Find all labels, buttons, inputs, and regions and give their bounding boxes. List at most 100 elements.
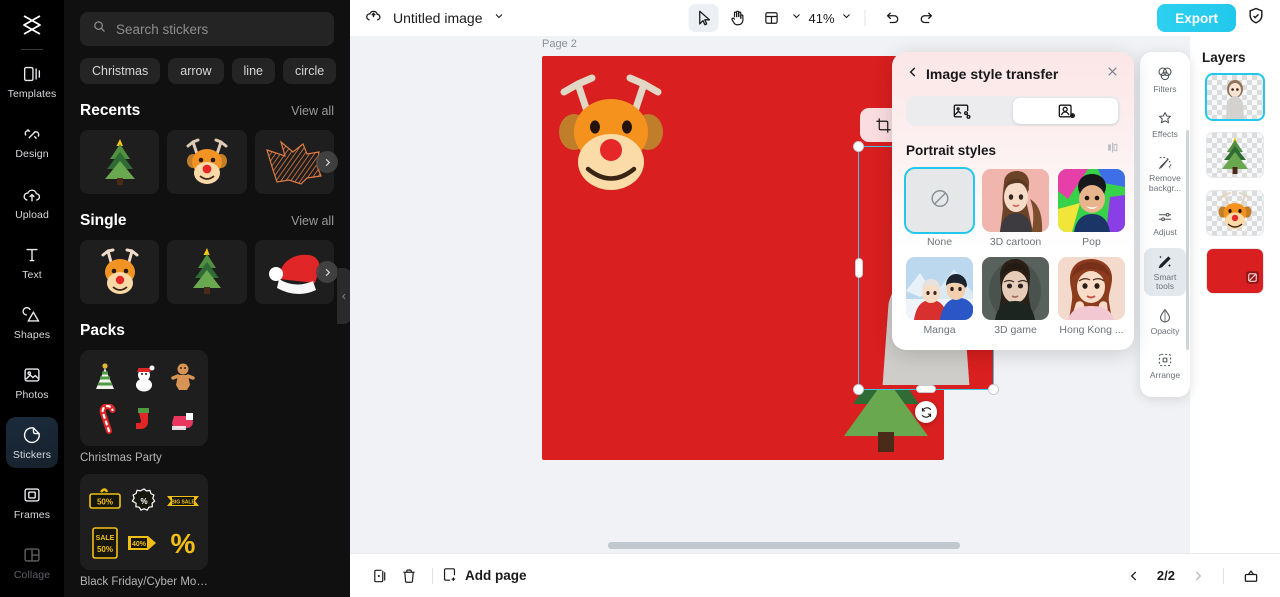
sidebar-item-photos[interactable]: Photos	[6, 357, 58, 408]
style-label: 3D cartoon	[989, 236, 1042, 248]
panel-title: Image style transfer	[926, 66, 1059, 82]
chip-arrow[interactable]: arrow	[168, 58, 224, 84]
hand-icon[interactable]	[722, 4, 752, 32]
resize-handle-left[interactable]	[855, 258, 863, 278]
back-chevron-left-icon[interactable]	[906, 65, 920, 84]
scroll-right-recents[interactable]	[316, 151, 338, 173]
tab-portrait-style[interactable]	[1013, 98, 1118, 124]
svg-text:%: %	[140, 497, 147, 506]
tool-effects[interactable]: Effects	[1144, 105, 1186, 144]
filter-chips: Christmas arrow line circle	[64, 46, 350, 84]
sticker-tile[interactable]	[167, 240, 247, 304]
page-indicator: 2/2	[1156, 568, 1175, 583]
present-icon[interactable]	[1236, 562, 1266, 590]
style-option-3d-cartoon[interactable]: 3D cartoon	[982, 169, 1049, 248]
view-all-single[interactable]: View all	[291, 214, 334, 228]
tool-arrange[interactable]: Arrange	[1144, 346, 1186, 385]
export-button[interactable]: Export	[1157, 4, 1236, 32]
zoom-chevron-down-icon[interactable]	[841, 9, 853, 27]
artboard[interactable]	[542, 56, 999, 460]
cursor-arrow-icon[interactable]	[688, 4, 719, 32]
compare-icon[interactable]	[1105, 140, 1120, 160]
sticker-tile[interactable]	[80, 130, 160, 194]
view-all-recents[interactable]: View all	[291, 104, 334, 118]
object-tools-strip: Filters Effects Remove backgr... Adjust …	[1140, 52, 1190, 397]
chevron-down-icon[interactable]	[493, 9, 505, 27]
style-thumbnail	[1058, 169, 1125, 232]
sticker-tile[interactable]	[167, 130, 247, 194]
sticker-tile[interactable]	[80, 240, 160, 304]
sidebar-item-collage[interactable]: Collage	[6, 537, 58, 588]
undo-icon[interactable]	[878, 4, 908, 32]
tool-adjust[interactable]: Adjust	[1144, 203, 1186, 242]
shield-check-icon[interactable]	[1246, 6, 1266, 31]
layout-icon[interactable]	[756, 4, 786, 32]
chip-christmas[interactable]: Christmas	[80, 58, 161, 84]
chip-circle[interactable]: circle	[283, 58, 337, 84]
panel-header: Image style transfer	[906, 64, 1120, 84]
duplicate-page-icon[interactable]	[364, 562, 394, 590]
sidebar-item-templates[interactable]: Templates	[6, 56, 58, 107]
layers-title: Layers	[1202, 50, 1246, 65]
add-page-button[interactable]: Add page	[441, 566, 527, 586]
sidebar-item-stickers[interactable]: Stickers	[6, 416, 58, 468]
pack-item[interactable]: Christmas Party	[80, 350, 208, 464]
style-thumbnail	[906, 169, 973, 232]
layer-item-tree[interactable]	[1207, 133, 1263, 177]
trash-icon[interactable]	[394, 562, 424, 590]
next-page-button[interactable]	[1185, 563, 1211, 589]
tool-smart-tools[interactable]: Smart tools	[1144, 247, 1186, 296]
chevron-left-icon	[342, 293, 346, 299]
sidebar-item-text[interactable]: Text	[6, 237, 58, 288]
layout-chevron-down-icon[interactable]	[790, 9, 802, 27]
capcut-logo-icon[interactable]	[12, 8, 52, 41]
style-thumbnail	[906, 257, 973, 320]
style-option-pop[interactable]: Pop	[1058, 169, 1125, 248]
horizontal-scrollbar[interactable]	[350, 542, 1280, 549]
layer-item-reindeer[interactable]	[1207, 191, 1263, 235]
sidebar-item-shapes[interactable]: Shapes	[6, 297, 58, 348]
style-option-manga[interactable]: Manga	[906, 257, 973, 336]
top-toolbar: Untitled image 41% Export	[350, 0, 1280, 36]
style-option-hong-kong[interactable]: Hong Kong ...	[1058, 257, 1125, 336]
background-lock-icon	[1245, 270, 1260, 290]
tool-opacity[interactable]: Opacity	[1144, 302, 1186, 341]
resize-handle-br[interactable]	[988, 384, 999, 395]
sidebar-item-label: Templates	[7, 88, 57, 101]
rotate-icon[interactable]	[915, 401, 937, 423]
portrait-styles-header: Portrait styles	[906, 140, 1120, 160]
document-title-group[interactable]: Untitled image	[364, 6, 505, 30]
tool-label: Arrange	[1149, 370, 1181, 381]
sidebar-item-label: Stickers	[12, 448, 52, 461]
sidebar-item-upload[interactable]: Upload	[6, 177, 58, 228]
close-icon[interactable]	[1105, 64, 1120, 84]
scroll-right-single[interactable]	[316, 261, 338, 283]
search-input[interactable]	[116, 21, 322, 37]
resize-handle-bl[interactable]	[853, 384, 864, 395]
layer-item-background[interactable]	[1207, 249, 1263, 293]
collapse-panel-handle[interactable]	[337, 268, 350, 324]
sidebar-item-design[interactable]: Design	[6, 116, 58, 167]
redo-icon[interactable]	[912, 4, 942, 32]
layer-item-portrait[interactable]	[1207, 75, 1263, 119]
tool-label: Effects	[1152, 128, 1178, 139]
resize-handle-bottom[interactable]	[916, 385, 936, 393]
tool-filters[interactable]: Filters	[1144, 60, 1186, 99]
sidebar-item-frames[interactable]: Frames	[6, 477, 58, 528]
style-option-none[interactable]: None	[906, 169, 973, 248]
search-box[interactable]	[80, 12, 334, 46]
tab-image-style[interactable]	[908, 98, 1013, 124]
tools-scrollbar[interactable]	[1186, 130, 1189, 350]
tool-remove-background[interactable]: Remove backgr...	[1144, 149, 1186, 197]
style-option-3d-game[interactable]: 3D game	[982, 257, 1049, 336]
reindeer-sticker[interactable]	[552, 70, 670, 200]
pack-name: Christmas Party	[80, 452, 162, 464]
topbar-right: Export	[1157, 4, 1266, 32]
tool-label: Opacity	[1150, 325, 1180, 336]
resize-handle-tl[interactable]	[853, 141, 864, 152]
prev-page-button[interactable]	[1121, 563, 1147, 589]
scrollbar-thumb[interactable]	[608, 542, 960, 549]
pack-item[interactable]: 50% % BIG SALE SALE 50% 40% % Black Frida…	[80, 474, 208, 588]
chip-line[interactable]: line	[231, 58, 275, 84]
stickers-panel: Christmas arrow line circle Recents View…	[64, 0, 350, 597]
